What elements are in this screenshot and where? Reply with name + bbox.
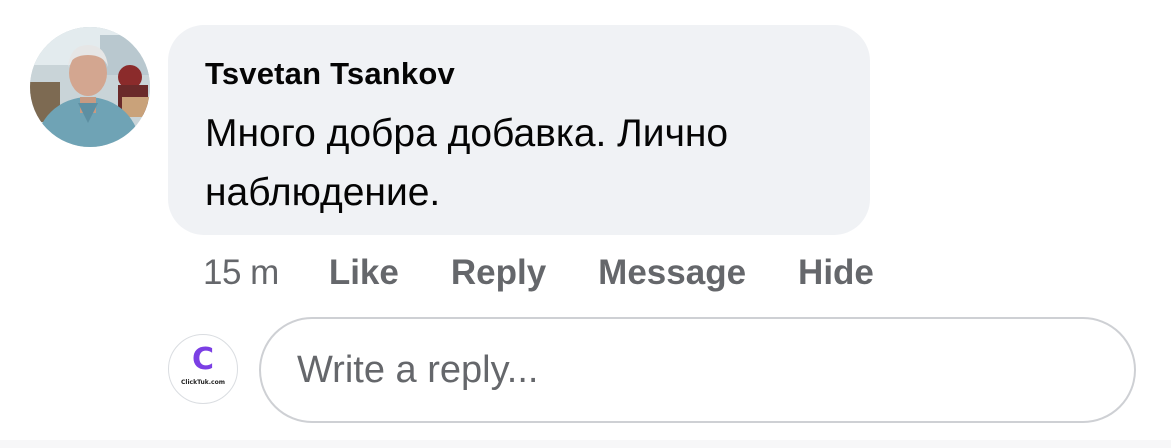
comment-actions: 15 m Like Reply Message Hide [203, 252, 926, 294]
bottom-divider [0, 440, 1171, 448]
comment-text: Много добра добавка. Лично наблюдение. [205, 112, 729, 214]
reply-composer[interactable] [259, 317, 1136, 423]
comment-timestamp[interactable]: 15 m [203, 253, 279, 293]
current-user-avatar[interactable]: C ClickTuk.com [168, 334, 238, 404]
clicktuk-logo-text: ClickTuk.com [181, 379, 225, 386]
clicktuk-logo-icon: C [191, 342, 215, 377]
comment-bubble: Tsvetan Tsankov Много добра добавка. Лич… [168, 25, 870, 235]
commenter-avatar[interactable] [30, 27, 150, 147]
reply-button[interactable]: Reply [451, 253, 546, 293]
comment-author-name[interactable]: Tsvetan Tsankov [205, 55, 834, 93]
message-button[interactable]: Message [598, 253, 746, 293]
reply-input[interactable] [297, 343, 1097, 397]
commenter-avatar-image [30, 27, 150, 147]
like-button[interactable]: Like [329, 253, 399, 293]
hide-button[interactable]: Hide [798, 253, 874, 293]
